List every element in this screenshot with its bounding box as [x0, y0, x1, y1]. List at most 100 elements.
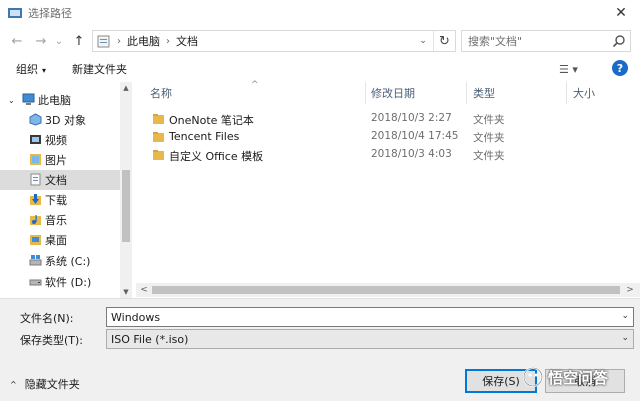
- sidebar-item-videos[interactable]: 视频: [0, 130, 120, 150]
- file-row[interactable]: Tencent Files 2018/10/4 17:45 文件夹: [136, 128, 626, 146]
- file-type: 文件夹: [473, 132, 505, 144]
- sidebar-scroll-thumb[interactable]: [122, 170, 130, 242]
- sidebar-item-pictures[interactable]: 图片: [0, 150, 120, 170]
- file-type: 文件夹: [473, 114, 505, 126]
- column-header-size[interactable]: 大小: [573, 82, 595, 104]
- sidebar-item-label: 视频: [45, 134, 67, 147]
- file-modified: 2018/10/3 2:27: [371, 112, 452, 124]
- up-arrow-icon[interactable]: ↑: [70, 32, 88, 50]
- navigation-pane: ⌄ 此电脑 3D 对象 视频 图片 文档 下载 音乐 桌面 系统 (C:) 软件…: [0, 82, 132, 298]
- breadcrumb-this-pc[interactable]: 此电脑: [127, 33, 160, 49]
- chevron-up-icon: ^: [10, 379, 17, 389]
- scroll-right-icon[interactable]: >: [624, 284, 636, 296]
- file-list: ^ 名称 修改日期 类型 大小 OneNote 笔记本 2018/10/3 2:…: [136, 80, 640, 298]
- back-arrow-icon[interactable]: ←: [8, 32, 26, 50]
- breadcrumb-separator-icon: ›: [166, 35, 170, 47]
- filename-dropdown-icon[interactable]: ⌄: [621, 311, 629, 321]
- scroll-down-icon[interactable]: ▼: [120, 286, 132, 298]
- recent-locations-icon[interactable]: ⌄: [52, 32, 66, 50]
- window-title: 选择路径: [28, 7, 72, 20]
- file-name: OneNote 笔记本: [169, 114, 254, 127]
- sidebar-item-software-drive[interactable]: 软件 (D:): [0, 272, 120, 292]
- file-row[interactable]: 自定义 Office 模板 2018/10/3 4:03 文件夹: [136, 146, 626, 164]
- address-bar[interactable]: › 此电脑 › 文档 ⌄ ↻: [92, 30, 456, 52]
- system-drive-icon: [29, 255, 42, 266]
- file-modified: 2018/10/3 4:03: [371, 148, 452, 160]
- app-icon: [8, 8, 22, 18]
- sidebar-item-downloads[interactable]: 下载: [0, 190, 120, 210]
- folder-icon: [153, 150, 164, 160]
- sidebar-item-music[interactable]: 音乐: [0, 210, 120, 230]
- sidebar-item-documents[interactable]: 文档: [0, 170, 120, 190]
- watermark-logo-icon: [523, 367, 543, 387]
- file-name: Tencent Files: [169, 130, 240, 143]
- refresh-icon[interactable]: ↻: [433, 31, 455, 51]
- close-icon[interactable]: ✕: [612, 4, 630, 22]
- column-header-type[interactable]: 类型: [473, 82, 495, 104]
- folder-icon: [153, 114, 164, 124]
- music-folder-icon: [30, 215, 41, 225]
- sort-ascending-icon: ^: [251, 80, 259, 90]
- search-input[interactable]: [462, 31, 602, 51]
- help-icon[interactable]: ?: [612, 60, 628, 76]
- sidebar-item-label: 3D 对象: [45, 114, 86, 127]
- documents-folder-icon: [30, 173, 41, 186]
- pictures-folder-icon: [30, 154, 41, 165]
- address-dropdown-icon[interactable]: ⌄: [415, 31, 431, 51]
- hide-folders-label: 隐藏文件夹: [24, 378, 80, 391]
- filename-label: 文件名(N):: [20, 312, 74, 325]
- breadcrumb-documents[interactable]: 文档: [176, 33, 198, 49]
- watermark: 悟空问答: [522, 360, 608, 394]
- breadcrumb-separator-icon: ›: [117, 35, 121, 47]
- sidebar-item-label: 软件 (D:): [45, 276, 92, 289]
- filename-input[interactable]: [111, 310, 611, 324]
- desktop-folder-icon: [30, 235, 41, 245]
- collapse-chevron-icon[interactable]: ⌄: [8, 96, 15, 105]
- column-divider[interactable]: [365, 82, 366, 104]
- forward-arrow-icon[interactable]: →: [32, 32, 50, 50]
- filetype-label: 保存类型(T):: [20, 334, 84, 347]
- filetype-select[interactable]: ISO File (*.iso) ⌄: [106, 329, 634, 349]
- organize-label: 组织: [16, 63, 38, 76]
- organize-caret-icon: ▾: [42, 66, 47, 75]
- search-icon[interactable]: [612, 34, 626, 48]
- downloads-folder-icon: [30, 194, 41, 205]
- folder-icon: [153, 132, 164, 142]
- sidebar-item-this-pc[interactable]: ⌄ 此电脑: [0, 90, 120, 110]
- horizontal-scroll-thumb[interactable]: [152, 286, 620, 294]
- new-folder-button[interactable]: 新建文件夹: [72, 61, 127, 77]
- navigation-bar: ← → ⌄ ↑ › 此电脑 › 文档 ⌄ ↻: [0, 28, 640, 54]
- view-options-icon[interactable]: ☰ ▾: [559, 61, 587, 77]
- sidebar-scrollbar[interactable]: ▲ ▼: [120, 82, 132, 298]
- file-row[interactable]: OneNote 笔记本 2018/10/3 2:27 文件夹: [136, 110, 626, 128]
- title-bar: 选择路径 ✕: [0, 0, 640, 26]
- computer-icon: [22, 93, 35, 105]
- sidebar-item-system-drive[interactable]: 系统 (C:): [0, 251, 120, 271]
- command-toolbar: 组织 ▾ 新建文件夹 ☰ ▾ ?: [0, 56, 640, 82]
- filename-field[interactable]: ⌄: [106, 307, 634, 327]
- hide-folders-toggle[interactable]: ^ 隐藏文件夹: [10, 376, 80, 392]
- location-folder-icon: [97, 35, 110, 48]
- file-name: 自定义 Office 模板: [169, 150, 264, 163]
- scroll-left-icon[interactable]: <: [138, 284, 150, 296]
- column-header-modified[interactable]: 修改日期: [371, 82, 415, 104]
- watermark-text: 悟空问答: [548, 368, 609, 387]
- column-header-name[interactable]: 名称: [150, 82, 172, 104]
- sidebar-item-label: 桌面: [45, 234, 67, 247]
- column-divider[interactable]: [566, 82, 567, 104]
- sidebar-item-label: 系统 (C:): [45, 255, 91, 268]
- drive-icon: [29, 279, 42, 286]
- sidebar-item-3d-objects[interactable]: 3D 对象: [0, 110, 120, 130]
- file-modified: 2018/10/4 17:45: [371, 130, 459, 142]
- horizontal-scrollbar[interactable]: < >: [136, 283, 640, 297]
- sidebar-item-label: 图片: [45, 154, 67, 167]
- sidebar-item-label: 下载: [45, 194, 67, 207]
- sidebar-item-desktop[interactable]: 桌面: [0, 230, 120, 250]
- organize-menu[interactable]: 组织 ▾: [16, 61, 46, 77]
- column-divider[interactable]: [466, 82, 467, 104]
- filetype-dropdown-icon[interactable]: ⌄: [621, 333, 629, 343]
- cube-folder-icon: [29, 113, 42, 126]
- scroll-up-icon[interactable]: ▲: [120, 82, 132, 94]
- sidebar-item-label: 文档: [45, 174, 67, 187]
- filetype-value: ISO File (*.iso): [111, 332, 189, 346]
